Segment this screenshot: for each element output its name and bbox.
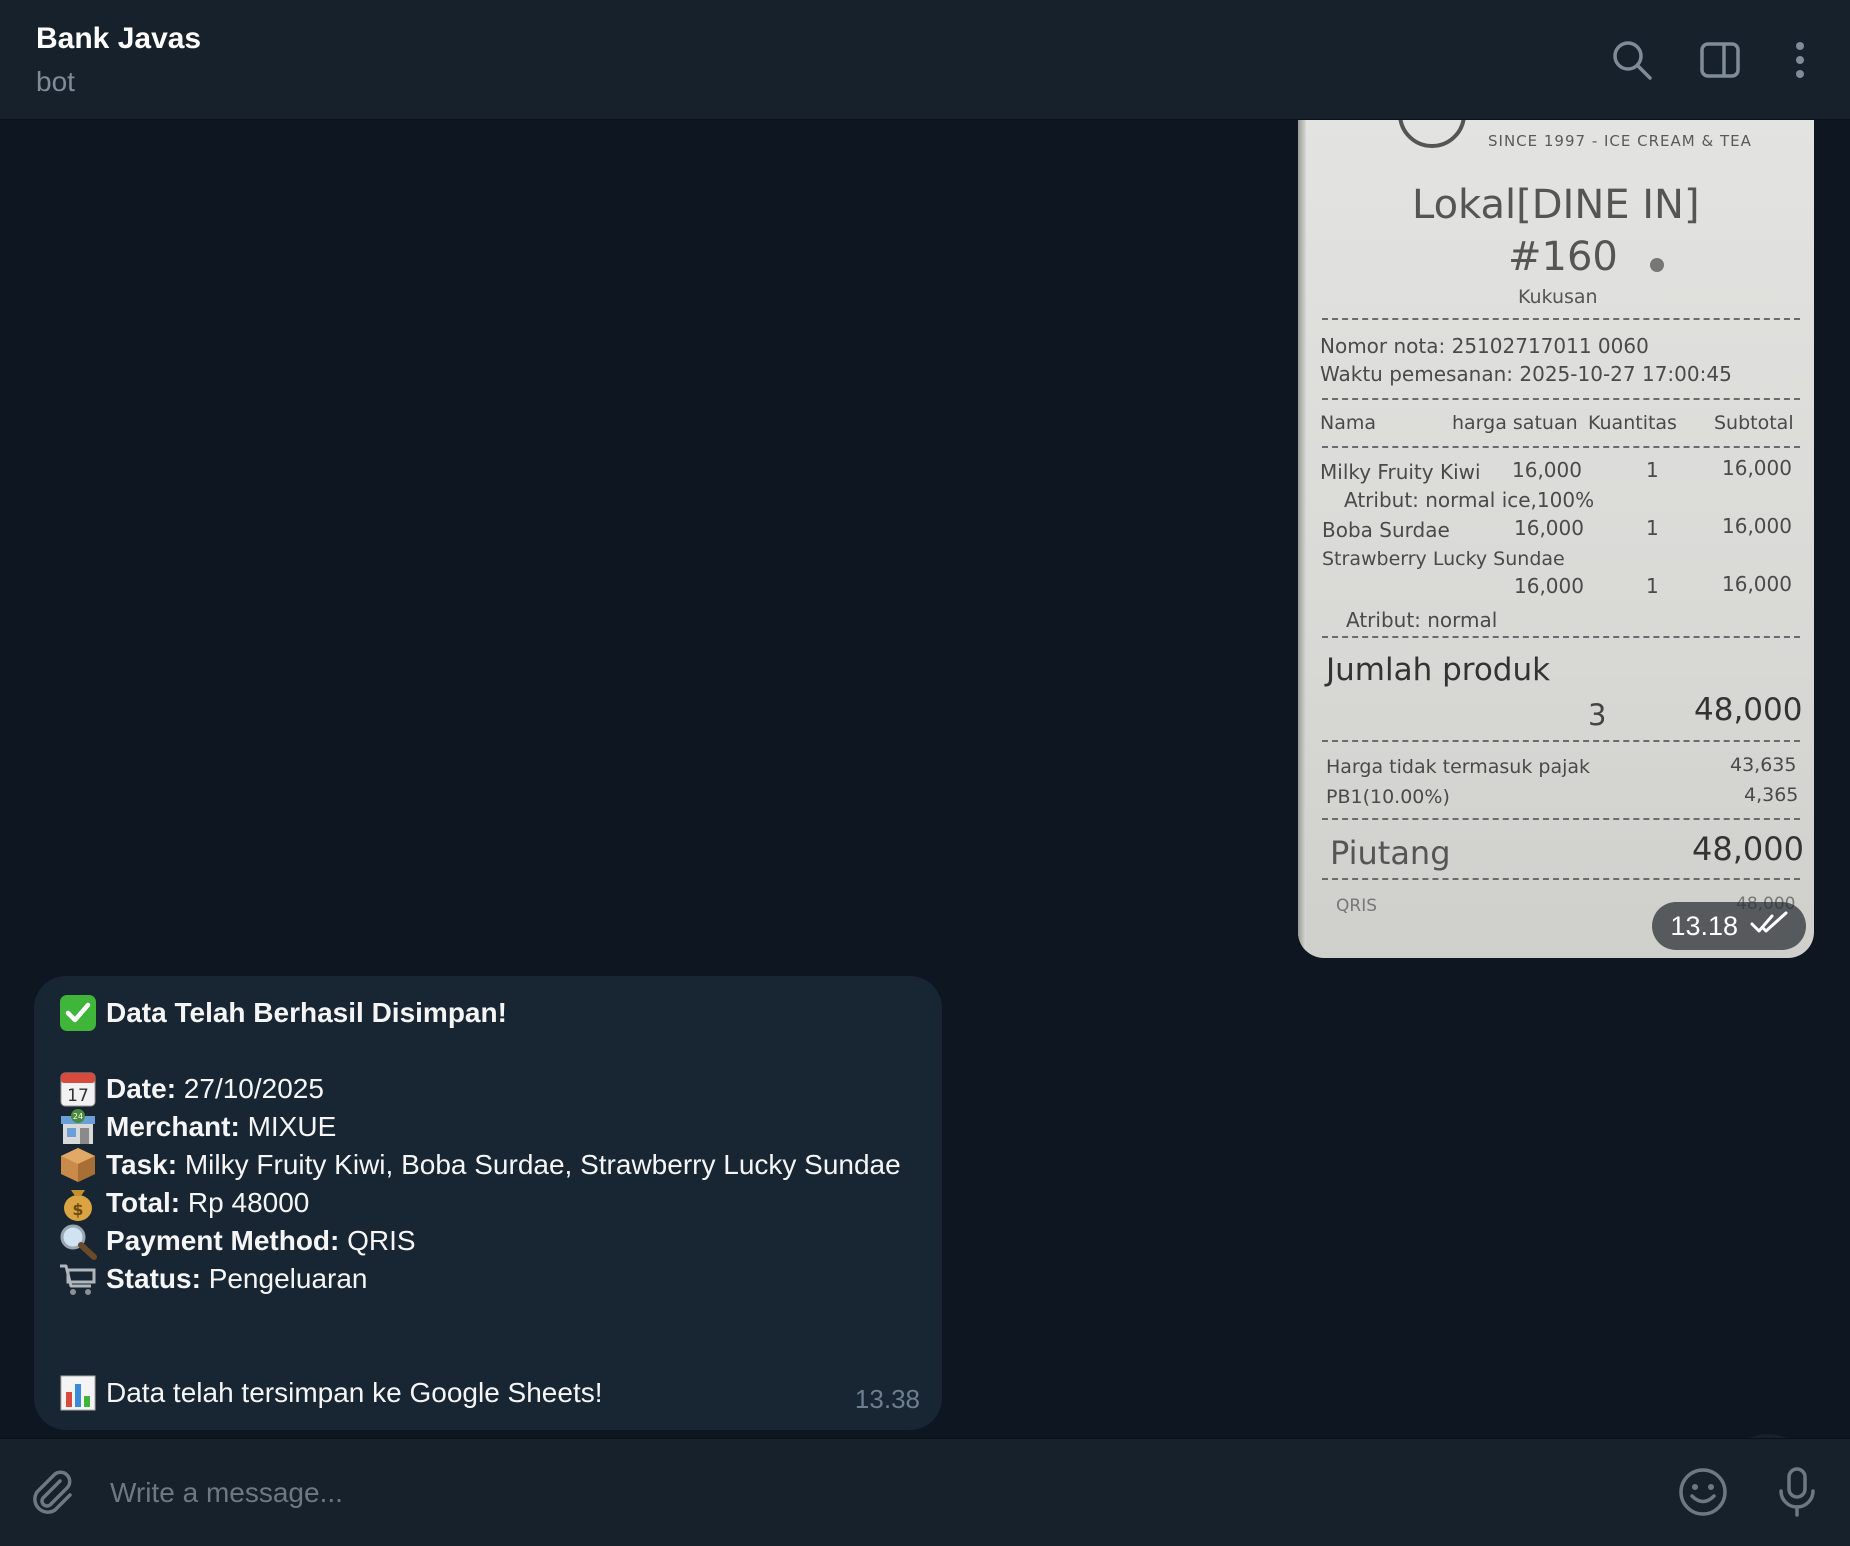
- receipt-col-harga: harga satuan: [1452, 412, 1578, 434]
- field-value: Pengeluaran: [208, 1263, 368, 1294]
- receipt-item-subtotal: 16,000: [1722, 514, 1792, 538]
- message-title-row: Data Telah Berhasil Disimpan!: [58, 994, 918, 1032]
- chat-subtitle: bot: [36, 66, 75, 97]
- field-payment-method: Payment Method: QRIS: [58, 1222, 918, 1260]
- receipt-item-price: 16,000: [1514, 516, 1584, 540]
- receipt-divider: [1322, 398, 1800, 400]
- receipt-stain: [1650, 258, 1664, 272]
- bot-message[interactable]: Data Telah Berhasil Disimpan! 17 Date: 2…: [34, 976, 942, 1430]
- check-mark-icon: [58, 994, 98, 1032]
- message-composer: [0, 1438, 1850, 1546]
- photo-edge: [1298, 120, 1306, 958]
- receipt-item-attr: Atribut: normal: [1346, 608, 1498, 632]
- receipt-order-number: #160: [1508, 234, 1618, 280]
- receipt-piutang-value: 48,000: [1692, 830, 1804, 868]
- svg-text:17: 17: [67, 1086, 89, 1106]
- field-value: QRIS: [347, 1225, 416, 1256]
- field-value: MIXUE: [247, 1111, 337, 1142]
- receipt-divider: [1322, 818, 1800, 820]
- receipt-item-name: Milky Fruity Kiwi: [1320, 460, 1481, 484]
- bar-chart-icon: [58, 1374, 98, 1412]
- receipt-divider: [1322, 878, 1800, 880]
- field-merchant: 24 Merchant: MIXUE: [58, 1108, 918, 1146]
- sidebar-toggle-icon[interactable]: [1698, 38, 1742, 82]
- receipt-pajak-label: Harga tidak termasuk pajak: [1326, 756, 1591, 778]
- receipt-divider: [1322, 318, 1800, 320]
- emoji-icon[interactable]: [1676, 1465, 1730, 1519]
- message-list[interactable]: SINCE 1997 - ICE CREAM & TEA Lokal[DINE …: [0, 120, 1850, 1438]
- field-value: 27/10/2025: [183, 1073, 324, 1104]
- receipt-jumlah-qty: 3: [1588, 698, 1607, 732]
- field-label: Date:: [106, 1073, 177, 1104]
- receipt-item-price: 16,000: [1512, 458, 1582, 482]
- receipt-item-subtotal: 16,000: [1722, 572, 1792, 596]
- chat-title[interactable]: Bank Javas: [36, 22, 201, 56]
- field-label: Merchant:: [106, 1111, 240, 1142]
- receipt-qris-label: QRIS: [1336, 896, 1377, 916]
- message-footer-row: Data telah tersimpan ke Google Sheets!: [58, 1374, 918, 1412]
- field-total: $ Total: Rp 48000: [58, 1184, 918, 1222]
- receipt-logo: [1398, 120, 1466, 148]
- receipt-item-name: Boba Surdae: [1322, 518, 1450, 542]
- receipt-item-qty: 1: [1646, 458, 1659, 482]
- receipt-item-name: Strawberry Lucky Sundae: [1322, 548, 1565, 570]
- field-label: Total:: [106, 1187, 181, 1218]
- field-value: Rp 48000: [187, 1187, 310, 1218]
- double-check-icon: [1750, 911, 1790, 942]
- receipt-waktu: Waktu pemesanan: 2025-10-27 17:00:45: [1320, 362, 1732, 386]
- receipt-item-qty: 1: [1646, 516, 1659, 540]
- receipt-order-type: Lokal[DINE IN]: [1412, 182, 1700, 228]
- field-status: Status: Pengeluaran: [58, 1260, 918, 1298]
- photo-sent-time: 13.18: [1670, 910, 1738, 941]
- store-icon: 24: [58, 1108, 98, 1146]
- field-task: Task: Milky Fruity Kiwi, Boba Surdae, St…: [58, 1146, 918, 1184]
- search-icon[interactable]: [1610, 38, 1654, 82]
- receipt-pb1-label: PB1(10.00%): [1326, 786, 1450, 808]
- svg-text:$: $: [72, 1200, 83, 1219]
- field-label: Payment Method:: [106, 1225, 340, 1256]
- receipt-divider: [1322, 740, 1800, 742]
- receipt-piutang-label: Piutang: [1330, 834, 1451, 872]
- receipt-since: SINCE 1997 - ICE CREAM & TEA: [1488, 132, 1752, 150]
- field-value: Milky Fruity Kiwi, Boba Surdae, Strawber…: [184, 1149, 901, 1180]
- receipt-jumlah-label: Jumlah produk: [1326, 652, 1551, 688]
- field-date: 17 Date: 27/10/2025: [58, 1070, 918, 1108]
- calendar-icon: 17: [58, 1070, 98, 1108]
- receipt-photo-message[interactable]: SINCE 1997 - ICE CREAM & TEA Lokal[DINE …: [1298, 120, 1814, 958]
- receipt-pb1-value: 4,365: [1744, 784, 1799, 806]
- receipt-col-subtotal: Subtotal: [1714, 412, 1794, 434]
- svg-text:24: 24: [73, 1112, 83, 1121]
- photo-time-badge: 13.18: [1652, 902, 1806, 950]
- receipt-divider: [1322, 636, 1800, 638]
- receipt-item-subtotal: 16,000: [1722, 456, 1792, 480]
- field-label: Status:: [106, 1263, 201, 1294]
- magnifier-icon: [58, 1222, 98, 1260]
- receipt-jumlah-total: 48,000: [1694, 692, 1803, 728]
- message-footer: Data telah tersimpan ke Google Sheets!: [106, 1377, 603, 1408]
- microphone-icon[interactable]: [1770, 1465, 1824, 1519]
- receipt-col-nama: Nama: [1320, 412, 1377, 434]
- receipt-item-attr: Atribut: normal ice,100%: [1344, 488, 1595, 512]
- message-input[interactable]: [108, 1469, 1612, 1517]
- receipt-pajak-value: 43,635: [1730, 754, 1797, 776]
- receipt-nota: Nomor nota: 25102717011 0060: [1320, 334, 1649, 358]
- attach-icon[interactable]: [24, 1465, 78, 1519]
- receipt-divider: [1322, 446, 1800, 448]
- message-time: 13.38: [854, 1384, 920, 1414]
- receipt-item-qty: 1: [1646, 574, 1659, 598]
- field-label: Task:: [106, 1149, 178, 1180]
- cart-icon: [58, 1260, 98, 1298]
- receipt-item-price: 16,000: [1514, 574, 1584, 598]
- message-title: Data Telah Berhasil Disimpan!: [106, 997, 507, 1028]
- receipt-branch: Kukusan: [1518, 286, 1598, 308]
- package-icon: [58, 1146, 98, 1184]
- more-vertical-icon[interactable]: [1778, 38, 1822, 82]
- receipt-col-kuantitas: Kuantitas: [1588, 412, 1677, 434]
- chat-header: Bank Javas bot: [0, 0, 1850, 120]
- money-bag-icon: $: [58, 1184, 98, 1222]
